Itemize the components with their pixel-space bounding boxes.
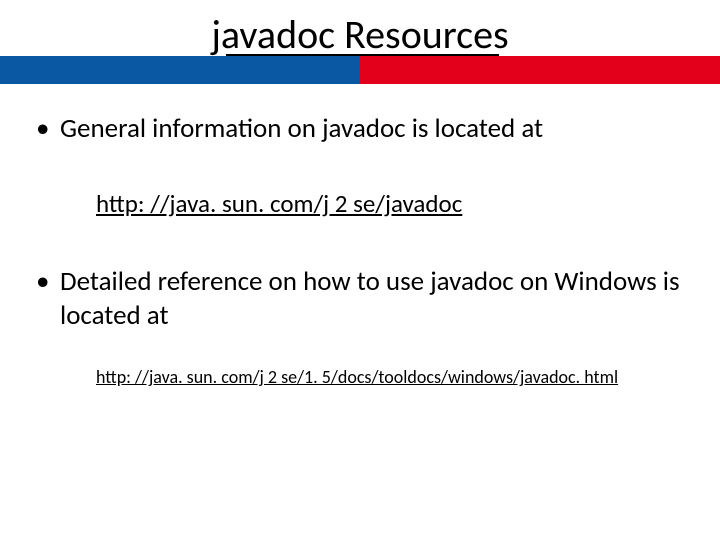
bullet-item-2: Detailed reference on how to use javadoc… [34, 265, 686, 333]
bullet-list: General information on javadoc is locate… [34, 112, 686, 146]
bar-red-segment [360, 56, 720, 84]
link-javadoc-windows[interactable]: http: //java. sun. com/j 2 se/1. 5/docs/… [96, 366, 618, 388]
slide-title: javadoc Resources [0, 0, 720, 59]
color-bar [0, 56, 720, 84]
title-area: javadoc Resources [0, 0, 720, 90]
link-javadoc-general[interactable]: http: //java. sun. com/j 2 se/javadoc [96, 188, 462, 219]
bullet-item-1: General information on javadoc is locate… [34, 112, 686, 146]
content-area: General information on javadoc is locate… [0, 90, 720, 388]
bar-blue-segment [0, 56, 360, 84]
bullet-list-2: Detailed reference on how to use javadoc… [34, 265, 686, 333]
